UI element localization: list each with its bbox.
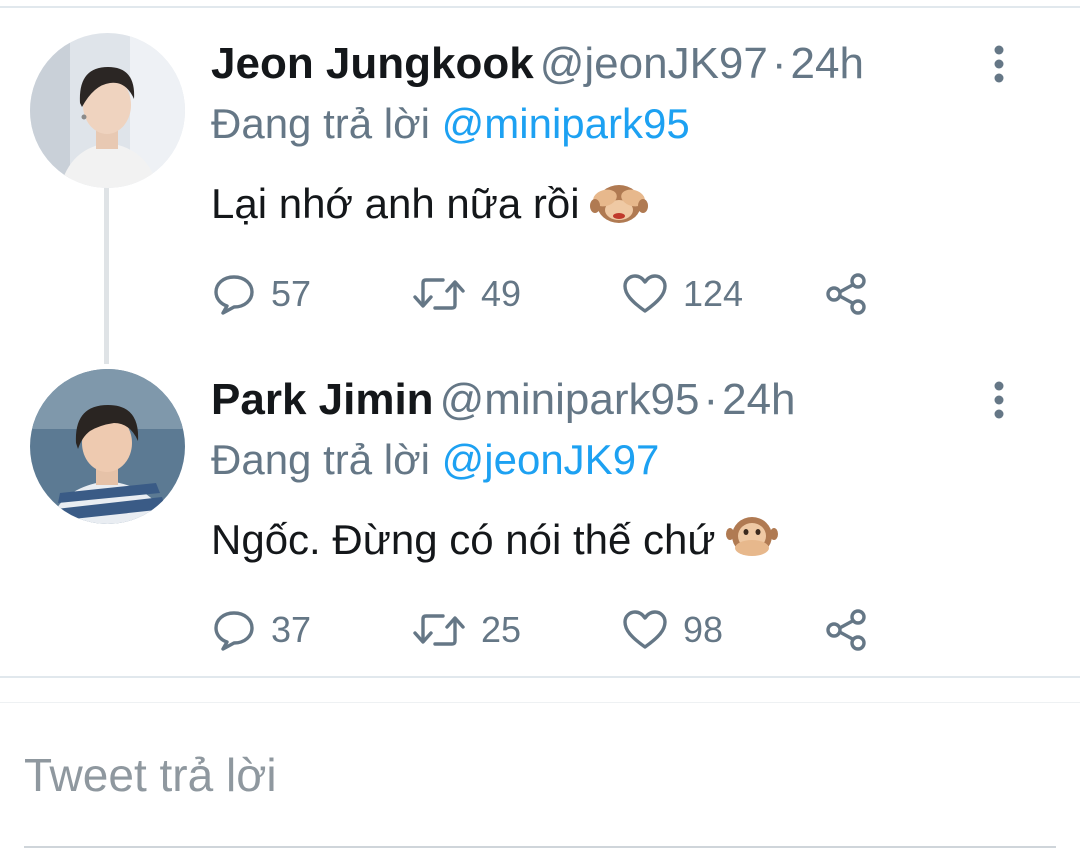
replying-to-mention[interactable]: @jeonJK97 [442, 436, 660, 483]
see-no-evil-monkey-icon [589, 178, 648, 236]
author-handle[interactable]: @jeonJK97 [540, 39, 768, 88]
tweet-text-content: Ngốc. Đừng có nói thế chứ [211, 516, 716, 563]
speak-no-evil-monkey-icon [725, 514, 778, 572]
retweet-icon [413, 614, 465, 646]
top-divider [0, 6, 1080, 8]
replying-to-line: Đang trả lời @jeonJK97 [211, 434, 659, 486]
author-handle[interactable]: @minipark95 [440, 375, 700, 424]
retweet-count: 49 [481, 273, 522, 314]
reply-count: 57 [271, 273, 312, 314]
reply-button[interactable]: 37 [211, 604, 311, 656]
retweet-button[interactable]: 49 [411, 268, 521, 320]
more-options-button[interactable] [984, 42, 1014, 86]
replying-to-mention[interactable]: @minipark95 [442, 100, 690, 147]
more-options-button[interactable] [984, 378, 1014, 422]
share-button[interactable] [823, 604, 871, 656]
tweet-actions: 37 25 98 [211, 604, 911, 656]
tweet-header: Park Jimin @minipark95·24h [211, 374, 796, 426]
like-button[interactable]: 98 [621, 604, 723, 656]
retweet-button[interactable]: 25 [411, 604, 521, 656]
author-name[interactable]: Park Jimin [211, 375, 434, 424]
reply-area-divider [0, 702, 1080, 703]
reply-button[interactable]: 57 [211, 268, 311, 320]
like-button[interactable]: 124 [621, 268, 743, 320]
tweet-header: Jeon Jungkook @jeonJK97·24h [211, 38, 864, 90]
share-button[interactable] [823, 268, 871, 320]
replying-to-prefix: Đang trả lời [211, 436, 430, 483]
reply-input[interactable] [24, 740, 1056, 810]
avatar-photo [30, 369, 185, 524]
replying-to-line: Đang trả lời @minipark95 [211, 98, 690, 150]
replying-to-prefix: Đang trả lời [211, 100, 430, 147]
reply-icon [214, 275, 254, 315]
more-vertical-icon [994, 45, 1004, 83]
share-icon [826, 273, 866, 315]
avatar-photo [30, 33, 185, 188]
thread-bottom-divider [0, 676, 1080, 678]
reply-composer[interactable] [24, 740, 1056, 810]
share-icon [826, 609, 866, 651]
tweet-time: 24h [790, 39, 864, 88]
tweet-text: Lại nhớ anh nữa rồi [211, 178, 648, 236]
retweet-count: 25 [481, 609, 522, 650]
thread-connector-line [104, 188, 109, 364]
more-vertical-icon [994, 381, 1004, 419]
reply-count: 37 [271, 609, 312, 650]
reply-icon [214, 611, 254, 651]
tweet-time: 24h [722, 375, 796, 424]
author-name[interactable]: Jeon Jungkook [211, 39, 534, 88]
tweet-thread-page: Jeon Jungkook @jeonJK97·24h Đang trả lời … [0, 0, 1080, 850]
heart-icon [623, 274, 667, 313]
tweet-actions: 57 49 124 [211, 268, 911, 320]
like-count: 98 [683, 609, 724, 650]
separator-dot: · [771, 39, 787, 88]
like-count: 124 [683, 273, 744, 314]
tweet-text: Ngốc. Đừng có nói thế chứ [211, 514, 778, 572]
tweet-text-content: Lại nhớ anh nữa rồi [211, 180, 580, 227]
heart-icon [623, 610, 667, 649]
avatar[interactable] [30, 33, 185, 188]
separator-dot: · [703, 375, 719, 424]
reply-input-underline [24, 846, 1056, 848]
avatar[interactable] [30, 369, 185, 524]
retweet-icon [413, 278, 465, 310]
